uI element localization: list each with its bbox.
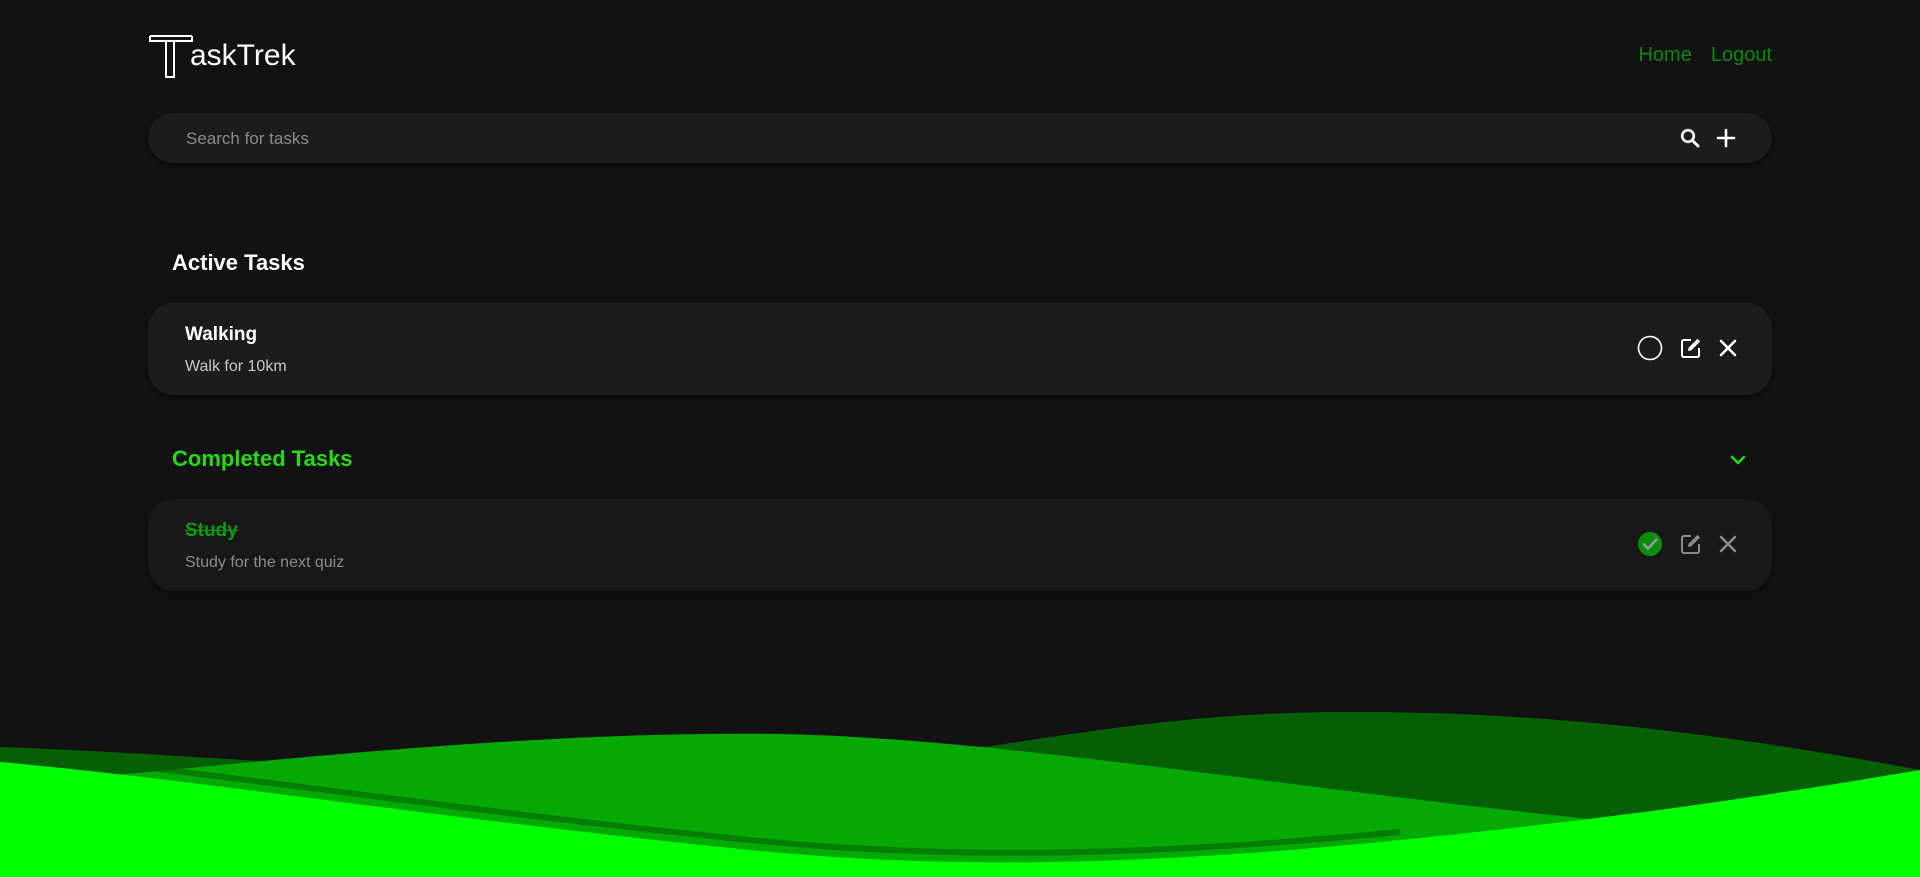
- collapse-completed-button[interactable]: [1726, 448, 1750, 472]
- mark-incomplete-button[interactable]: [1636, 530, 1664, 558]
- add-task-button[interactable]: [1713, 125, 1739, 151]
- mark-complete-button[interactable]: [1636, 334, 1664, 362]
- search-icon: [1680, 128, 1700, 148]
- circle-icon: [1637, 335, 1663, 361]
- delete-task-button[interactable]: [1715, 531, 1741, 557]
- delete-task-button[interactable]: [1715, 335, 1741, 361]
- check-circle-icon: [1638, 532, 1662, 556]
- completed-tasks-heading[interactable]: Completed Tasks: [172, 446, 353, 472]
- decorative-waves: [0, 711, 1920, 877]
- search-button[interactable]: [1678, 126, 1702, 150]
- task-title: Study: [185, 520, 238, 541]
- close-icon: [1719, 535, 1737, 553]
- logo[interactable]: askTrek: [148, 33, 296, 79]
- chevron-down-icon: [1730, 455, 1746, 465]
- task-card: Study Study for the next quiz: [148, 499, 1772, 591]
- top-nav: Home Logout: [1638, 44, 1772, 67]
- logo-text: askTrek: [190, 39, 296, 72]
- plus-icon: [1716, 128, 1736, 148]
- search-input[interactable]: [184, 113, 1588, 165]
- edit-task-button[interactable]: [1678, 531, 1704, 557]
- edit-icon: [1681, 534, 1701, 554]
- search-bar: [148, 113, 1772, 165]
- task-card: Walking Walk for 10km: [148, 303, 1772, 395]
- logo-t-icon: [149, 35, 193, 78]
- close-icon: [1719, 339, 1737, 357]
- nav-home-link[interactable]: Home: [1638, 44, 1691, 67]
- active-tasks-heading: Active Tasks: [172, 250, 305, 275]
- task-title: Walking: [185, 324, 258, 345]
- edit-task-button[interactable]: [1678, 335, 1704, 361]
- page: askTrek Home Logout Active Tasks Walking…: [0, 0, 1920, 877]
- edit-icon: [1681, 338, 1701, 358]
- nav-logout-link[interactable]: Logout: [1711, 44, 1772, 67]
- task-description: Study for the next quiz: [185, 554, 345, 571]
- task-description: Walk for 10km: [185, 358, 287, 375]
- header: askTrek Home Logout: [148, 30, 1772, 80]
